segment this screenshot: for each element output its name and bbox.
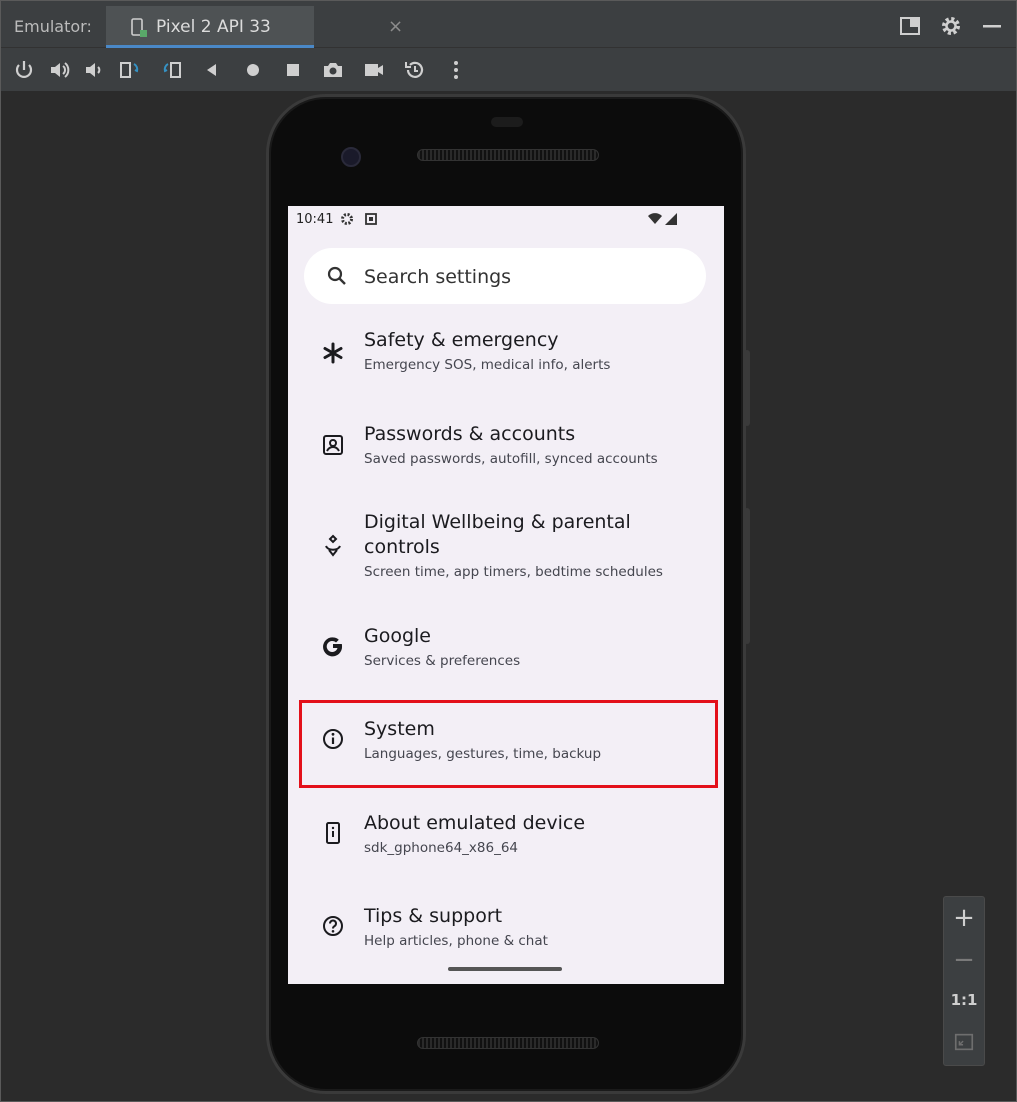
settings-item-subtitle: sdk_gphone64_x86_64 [364,840,519,856]
gear-icon[interactable] [939,14,963,38]
emulator-label: Emulator: [14,17,92,36]
settings-item-title: Digital Wellbeing & parental controls [364,511,631,558]
settings-item-subtitle: Help articles, phone & chat [364,933,548,949]
restore-layout-icon[interactable] [898,14,922,38]
tab-close-icon[interactable]: × [388,16,403,37]
gesture-nav-handle[interactable] [448,967,562,971]
settings-item-subtitle: Emergency SOS, medical info, alerts [364,357,611,373]
search-icon [327,266,346,285]
settings-item-google[interactable]: Google Services & preferences [288,612,724,682]
volume-down-icon[interactable] [82,58,106,82]
help-icon [320,913,346,939]
bottom-speaker [417,1037,599,1049]
settings-item-digital-wellbeing[interactable]: Digital Wellbeing & parental controls Sc… [288,506,724,596]
wifi-icon [648,213,662,224]
zoom-fit-icon[interactable] [944,1031,984,1057]
status-bar: 10:41 [288,206,724,234]
account-box-icon [320,432,346,458]
tab-label: Pixel 2 API 33 [156,17,271,37]
settings-item-passwords-accounts[interactable]: Passwords & accounts Saved passwords, au… [288,412,724,482]
settings-item-safety-emergency[interactable]: Safety & emergency Emergency SOS, medica… [288,318,724,388]
settings-item-subtitle: Screen time, app timers, bedtime schedul… [364,564,663,580]
camera-icon[interactable] [321,58,345,82]
zoom-actual-size-button[interactable]: 1:1 [944,991,984,1009]
rotate-left-icon[interactable] [118,58,142,82]
settings-item-title: Passwords & accounts [364,423,576,445]
settings-notification-icon [341,213,353,225]
search-settings-bar[interactable]: Search settings [304,248,706,304]
settings-item-title: Safety & emergency [364,329,559,351]
tab-pixel-2-api-33[interactable]: Pixel 2 API 33 × [106,6,403,48]
search-placeholder: Search settings [364,266,512,288]
google-icon [320,633,346,659]
power-side-button [744,350,750,426]
more-icon[interactable] [444,58,468,82]
snapshot-icon[interactable] [403,58,427,82]
settings-item-title: About emulated device [364,812,586,834]
proximity-sensor [491,117,523,127]
home-icon[interactable] [241,58,265,82]
settings-item-tips-support[interactable]: Tips & support Help articles, phone & ch… [288,894,724,964]
settings-item-subtitle: Services & preferences [364,653,521,669]
settings-item-title: Google [364,625,432,647]
device-info-icon [320,820,346,846]
status-time: 10:41 [296,212,334,227]
rotate-right-icon[interactable] [160,58,184,82]
zoom-in-button[interactable]: + [944,903,984,933]
volume-up-icon[interactable] [48,58,72,82]
front-camera [341,147,361,167]
emulator-toolbar [0,48,1017,92]
system-highlight-box [299,700,718,788]
settings-item-about-device[interactable]: About emulated device sdk_gphone64_x86_6… [288,800,724,870]
title-bar: Emulator: Pixel 2 API 33 × [0,0,1017,48]
signal-icon [665,213,677,225]
settings-item-subtitle: Saved passwords, autofill, synced accoun… [364,451,658,467]
back-icon[interactable] [200,58,224,82]
power-icon[interactable] [12,58,36,82]
volume-side-button [744,508,750,644]
minimize-icon[interactable] [980,14,1004,38]
device-screen[interactable]: 10:41 Search settings Safety & emergency… [288,206,724,984]
wellbeing-icon [320,532,346,558]
zoom-controls: + − 1:1 [943,896,985,1066]
asterisk-icon [320,340,346,366]
zoom-out-button[interactable]: − [944,945,984,975]
earpiece-speaker [417,149,599,161]
overview-icon[interactable] [281,58,305,82]
storage-notification-icon [365,213,377,225]
device-icon [131,18,147,37]
settings-item-title: Tips & support [364,905,503,927]
record-icon[interactable] [362,58,386,82]
